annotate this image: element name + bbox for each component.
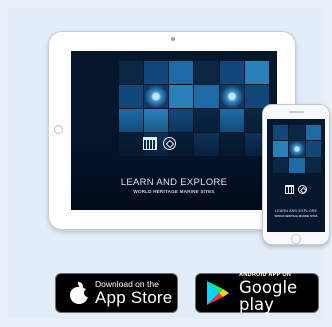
- app-store-label: App Store: [95, 288, 173, 308]
- app-title: LEARN AND EXPLORE: [120, 177, 228, 188]
- iphone-app-screen: LEARN AND EXPLORE WORLD HERITAGE MARINE …: [267, 119, 325, 232]
- app-title-small: LEARN AND EXPLORE: [274, 209, 318, 213]
- iphone-speaker: [289, 111, 304, 113]
- google-play-badge[interactable]: ANDROID APP ON Google play: [195, 272, 319, 314]
- apple-logo-icon: [70, 282, 92, 304]
- world-heritage-emblem-icon: [163, 137, 176, 150]
- ipad-mockup: LEARN AND EXPLORE WORLD HERITAGE MARINE …: [48, 31, 296, 230]
- google-play-label: Google play: [239, 278, 298, 314]
- promo-panel: LEARN AND EXPLORE WORLD HERITAGE MARINE …: [8, 8, 330, 319]
- app-subtitle-small: WORLD HERITAGE MARINE SITES: [274, 215, 318, 218]
- unesco-temple-icon: [143, 137, 157, 150]
- google-play-icon: [206, 280, 230, 306]
- ocean-photo-mosaic-small: [273, 125, 321, 173]
- unesco-logo-small: [285, 185, 307, 194]
- app-subtitle: WORLD HERITAGE MARINE SITES: [133, 189, 215, 194]
- app-store-caption: Download on the: [95, 278, 159, 289]
- iphone-mockup: LEARN AND EXPLORE WORLD HERITAGE MARINE …: [262, 104, 330, 245]
- world-heritage-emblem-icon: [298, 185, 307, 194]
- unesco-temple-icon: [285, 185, 294, 194]
- app-store-badge[interactable]: Download on the App Store: [55, 273, 178, 313]
- ipad-app-screen: LEARN AND EXPLORE WORLD HERITAGE MARINE …: [71, 51, 277, 210]
- unesco-logo: [143, 137, 176, 150]
- screen-gradient: [71, 111, 277, 210]
- ipad-camera: [171, 37, 175, 41]
- ipad-home-button: [54, 125, 63, 134]
- iphone-home-button: [291, 234, 301, 244]
